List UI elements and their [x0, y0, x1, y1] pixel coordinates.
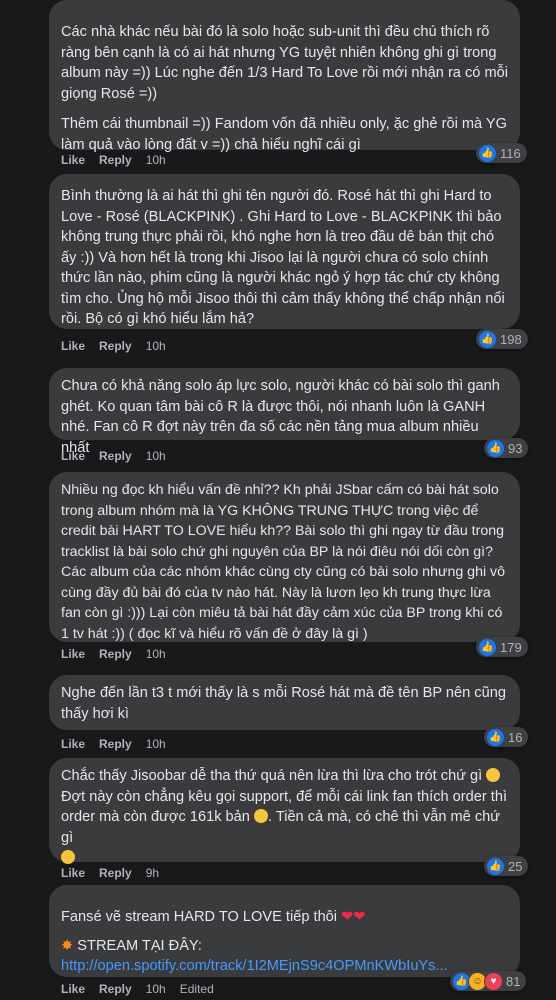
- comment-text: Các nhà khác nếu bài đó là solo hoặc sub…: [61, 24, 513, 102]
- explosion-emoji-icon: ✸: [61, 937, 74, 954]
- like-button[interactable]: Like: [61, 449, 85, 463]
- comment-text-part: Fansé vẽ stream HARD TO LOVE tiếp thôi: [61, 909, 338, 925]
- reaction-count: 179: [500, 639, 522, 655]
- smile-emoji-icon: [61, 850, 75, 864]
- edited-label: Edited: [179, 982, 214, 996]
- like-button[interactable]: Like: [61, 866, 85, 880]
- comment-bubble: Fansé vẽ stream HARD TO LOVE tiếp thôi ❤…: [49, 885, 520, 977]
- like-button[interactable]: Like: [61, 153, 85, 167]
- reaction-count: 116: [500, 145, 521, 161]
- comment-actions: Like Reply 10h: [61, 647, 180, 661]
- comment-actions: Like Reply 10h: [61, 737, 180, 751]
- comment-bubble: Chưa có khả năng solo áp lực solo, người…: [49, 368, 520, 456]
- like-button[interactable]: Like: [61, 339, 85, 353]
- comment-text-part: Chắc thấy Jisoobar dễ tha thứ quá nên lừ…: [61, 768, 483, 784]
- reply-button[interactable]: Reply: [99, 449, 132, 463]
- reactions-badge[interactable]: 👍 16: [484, 727, 529, 747]
- comment-actions: Like Reply 9h: [61, 866, 173, 880]
- timestamp[interactable]: 10h: [146, 339, 166, 353]
- comment-actions: Like Reply 10h: [61, 449, 180, 463]
- reactions-badge[interactable]: 👍 ☺ ♥ 81: [450, 971, 527, 991]
- like-reaction-icon: 👍: [486, 438, 505, 458]
- comment-text: Bình thường là ai hát thì ghi tên người …: [61, 188, 509, 327]
- love-reaction-icon: ♥: [484, 971, 503, 991]
- like-reaction-icon: 👍: [486, 856, 505, 876]
- comment-text: Nghe đến lần t3 t mới thấy là s mỗi Rosé…: [61, 685, 511, 722]
- comment-text: Nhiều ng đọc kh hiểu vấn đề nhỉ?? Kh phả…: [61, 482, 509, 642]
- timestamp[interactable]: 10h: [146, 647, 166, 661]
- reaction-count: 198: [500, 331, 522, 347]
- comment-bubble: Chắc thấy Jisoobar dễ tha thứ quá nên lừ…: [49, 758, 520, 864]
- reaction-count: 25: [508, 858, 523, 874]
- left-edge: [0, 0, 12, 1000]
- like-reaction-icon: 👍: [478, 143, 497, 163]
- reactions-badge[interactable]: 👍 198: [476, 329, 528, 349]
- comment-text: Fansé vẽ stream HARD TO LOVE tiếp thôi ❤…: [61, 907, 508, 928]
- like-button[interactable]: Like: [61, 737, 85, 751]
- reply-button[interactable]: Reply: [99, 866, 132, 880]
- comment-bubble: Nhiều ng đọc kh hiểu vấn đề nhỉ?? Kh phả…: [49, 472, 520, 642]
- smile-emoji-icon: [253, 809, 268, 823]
- reply-button[interactable]: Reply: [99, 982, 132, 996]
- timestamp[interactable]: 10h: [146, 449, 166, 463]
- reactions-badge[interactable]: 👍 25: [484, 856, 529, 876]
- like-button[interactable]: Like: [61, 647, 85, 661]
- comment-bubble: Các nhà khác nếu bài đó là solo hoặc sub…: [49, 0, 520, 153]
- comment-bubble: Nghe đến lần t3 t mới thấy là s mỗi Rosé…: [49, 675, 520, 730]
- spotify-link[interactable]: http://open.spotify.com/track/1I2MEjnS9c…: [61, 958, 448, 974]
- like-reaction-icon: 👍: [478, 637, 497, 657]
- smile-emoji-icon: [486, 768, 501, 782]
- comment-actions: Like Reply 10h Edited: [61, 982, 228, 996]
- timestamp[interactable]: 10h: [146, 153, 166, 167]
- like-reaction-icon: 👍: [478, 329, 497, 349]
- reactions-badge[interactable]: 👍 179: [476, 637, 528, 657]
- comment-bubble: Bình thường là ai hát thì ghi tên người …: [49, 174, 520, 329]
- reply-button[interactable]: Reply: [99, 153, 132, 167]
- reactions-badge[interactable]: 👍 116: [476, 143, 527, 163]
- reaction-count: 93: [508, 440, 523, 456]
- reply-button[interactable]: Reply: [99, 647, 132, 661]
- reactions-badge[interactable]: 👍 93: [484, 438, 529, 458]
- reply-button[interactable]: Reply: [99, 339, 132, 353]
- timestamp[interactable]: 10h: [146, 737, 166, 751]
- comment-text: Chưa có khả năng solo áp lực solo, người…: [61, 378, 504, 456]
- reply-button[interactable]: Reply: [99, 737, 132, 751]
- comment-text-part: STREAM TẠI ĐÂY:: [77, 937, 202, 954]
- comment-actions: Like Reply 10h: [61, 153, 180, 167]
- heart-emoji-icon: ❤❤: [341, 909, 366, 925]
- like-reaction-icon: 👍: [486, 727, 505, 747]
- comment-text: ✸ STREAM TẠI ĐÂY: http://open.spotify.com…: [61, 936, 508, 977]
- reaction-count: 81: [506, 973, 521, 989]
- comment-text: Thêm cái thumbnail =)) Fandom vốn đã nhi…: [61, 116, 512, 153]
- like-button[interactable]: Like: [61, 982, 85, 996]
- comment-text: Chắc thấy Jisoobar dễ tha thứ quá nên lừ…: [61, 766, 508, 869]
- timestamp[interactable]: 10h: [146, 982, 166, 996]
- reaction-count: 16: [508, 729, 523, 745]
- timestamp[interactable]: 9h: [146, 866, 159, 880]
- comment-actions: Like Reply 10h: [61, 339, 180, 353]
